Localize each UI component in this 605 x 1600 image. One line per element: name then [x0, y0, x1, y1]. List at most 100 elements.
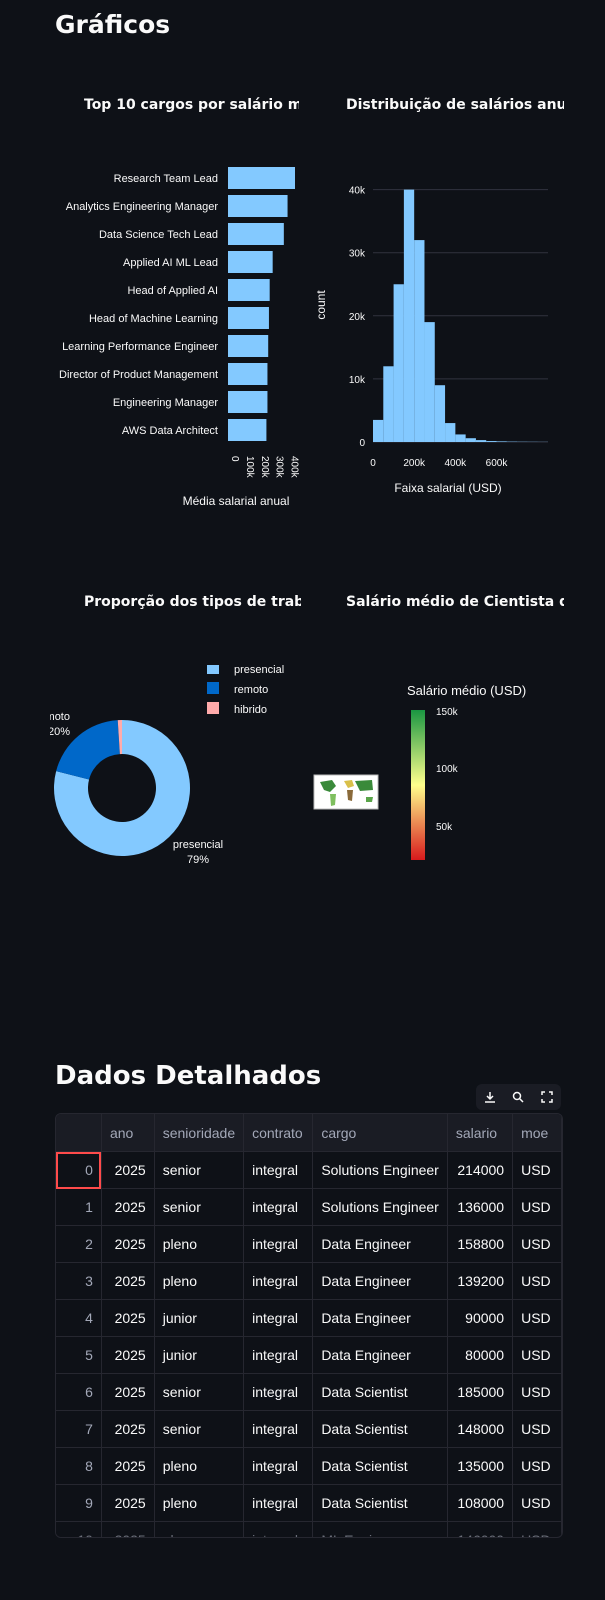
legend-swatch-presencial[interactable]	[207, 665, 219, 674]
table-cell[interactable]: junior	[154, 1299, 245, 1337]
hist-bar-11[interactable]	[486, 441, 497, 442]
table-cell[interactable]: Data Scientist	[312, 1447, 448, 1485]
table-cell[interactable]: pleno	[154, 1225, 245, 1263]
table-cell[interactable]: 2025	[101, 1151, 155, 1189]
column-header-ano[interactable]: ano	[101, 1114, 155, 1152]
legend-swatch-hibrido[interactable]	[207, 702, 219, 714]
bar-5[interactable]	[228, 307, 269, 329]
table-cell[interactable]: pleno	[154, 1447, 245, 1485]
table-cell[interactable]: pleno	[154, 1521, 245, 1537]
table-cell[interactable]: Data Engineer	[312, 1336, 448, 1374]
hist-bar-7[interactable]	[445, 423, 456, 442]
table-cell[interactable]: 136000	[447, 1188, 514, 1226]
table-cell[interactable]: Solutions Engineer	[312, 1188, 448, 1226]
hist-bar-10[interactable]	[475, 440, 487, 442]
table-cell[interactable]: integral	[243, 1336, 314, 1374]
world-map-thumbnail[interactable]	[313, 774, 379, 810]
table-cell[interactable]: USD	[512, 1521, 562, 1537]
hist-bar-6[interactable]	[434, 385, 446, 442]
bar-1[interactable]	[228, 195, 288, 217]
table-cell[interactable]: USD	[512, 1151, 562, 1189]
table-cell[interactable]: senior	[154, 1373, 245, 1411]
hist-bar-9[interactable]	[465, 438, 476, 442]
table-cell[interactable]: 158800	[447, 1225, 514, 1263]
table-cell[interactable]: integral	[243, 1373, 314, 1411]
row-index[interactable]: 0	[56, 1151, 102, 1189]
row-index[interactable]: 10	[56, 1521, 102, 1537]
table-cell[interactable]: 214000	[447, 1151, 514, 1189]
fullscreen-icon[interactable]	[538, 1088, 556, 1106]
column-header-contrato[interactable]: contrato	[243, 1114, 314, 1152]
table-row[interactable]: 0 2025 senior integral Solutions Engineer 214…	[56, 1151, 562, 1189]
column-header-cargo[interactable]: cargo	[312, 1114, 448, 1152]
table-cell[interactable]: integral	[243, 1410, 314, 1448]
table-cell[interactable]: USD	[512, 1373, 562, 1411]
table-cell[interactable]: 2025	[101, 1188, 155, 1226]
table-cell[interactable]: Data Scientist	[312, 1410, 448, 1448]
table-cell[interactable]: pleno	[154, 1262, 245, 1300]
table-row[interactable]: 9 2025 pleno integral Data Scientist 108000 US…	[56, 1484, 562, 1522]
top10-bar-chart[interactable]: Research Team Lead Analytics Engineering …	[50, 155, 310, 525]
table-cell[interactable]: 2025	[101, 1410, 155, 1448]
legend-label-hibrido[interactable]: hibrido	[234, 704, 267, 716]
table-row[interactable]: 102025plenointegralML Engineer146000USD	[56, 1521, 562, 1537]
table-row[interactable]: 4 2025 junior integral Data Engineer 90000 USD	[56, 1299, 562, 1337]
table-cell[interactable]: integral	[243, 1225, 314, 1263]
table-cell[interactable]: pleno	[154, 1484, 245, 1522]
table-cell[interactable]: 148000	[447, 1410, 514, 1448]
table-cell[interactable]: USD	[512, 1262, 562, 1300]
index-header[interactable]	[56, 1114, 102, 1152]
table-cell[interactable]: senior	[154, 1151, 245, 1189]
data-table[interactable]: ano senioridade contrato cargo salario moe 02…	[55, 1113, 563, 1538]
table-cell[interactable]: integral	[243, 1484, 314, 1522]
table-cell[interactable]: 2025	[101, 1521, 155, 1537]
salary-histogram[interactable]: 0 10k 20k 30k 40k 0 200k 400k 600k Faixa salarial…	[310, 165, 570, 515]
hist-bar-12[interactable]	[496, 441, 507, 442]
legend-swatch-remoto[interactable]	[207, 682, 219, 694]
table-cell[interactable]: 108000	[447, 1484, 514, 1522]
table-cell[interactable]: 2025	[101, 1373, 155, 1411]
table-row[interactable]: 2 2025 pleno integral Data Engineer 158800 USD	[56, 1225, 562, 1263]
row-index[interactable]: 2	[56, 1225, 102, 1263]
work-type-donut-chart[interactable]: presencial remoto hibrido presencial 79% remo…	[50, 665, 310, 895]
table-cell[interactable]: 146000	[447, 1521, 514, 1537]
row-index[interactable]: 8	[56, 1447, 102, 1485]
table-cell[interactable]: 2025	[101, 1447, 155, 1485]
table-cell[interactable]: integral	[243, 1521, 314, 1537]
hist-bar-0[interactable]	[373, 419, 384, 442]
table-cell[interactable]: USD	[512, 1225, 562, 1263]
table-cell[interactable]: 2025	[101, 1262, 155, 1300]
bar-0[interactable]	[228, 167, 295, 189]
table-cell[interactable]: 139200	[447, 1262, 514, 1300]
table-cell[interactable]: Data Scientist	[312, 1373, 448, 1411]
table-cell[interactable]: 2025	[101, 1299, 155, 1337]
table-cell[interactable]: USD	[512, 1484, 562, 1522]
bar-9[interactable]	[228, 419, 267, 441]
search-icon[interactable]	[509, 1088, 527, 1106]
table-cell[interactable]: USD	[512, 1299, 562, 1337]
table-cell[interactable]: Data Engineer	[312, 1262, 448, 1300]
bar-8[interactable]	[228, 391, 268, 413]
hist-bar-5[interactable]	[424, 322, 435, 442]
table-cell[interactable]: 2025	[101, 1484, 155, 1522]
table-row[interactable]: 3 2025 pleno integral Data Engineer 139200 USD	[56, 1262, 562, 1300]
table-cell[interactable]: integral	[243, 1262, 314, 1300]
column-header-senioridade[interactable]: senioridade	[154, 1114, 245, 1152]
row-index[interactable]: 1	[56, 1188, 102, 1226]
table-cell[interactable]: Data Scientist	[312, 1484, 448, 1522]
table-cell[interactable]: USD	[512, 1410, 562, 1448]
hist-bar-8[interactable]	[455, 434, 466, 442]
table-cell[interactable]: 135000	[447, 1447, 514, 1485]
table-cell[interactable]: 90000	[447, 1299, 514, 1337]
table-row[interactable]: 1 2025 senior integral Solutions Engineer 136…	[56, 1188, 562, 1226]
table-cell[interactable]: Data Engineer	[312, 1299, 448, 1337]
table-row[interactable]: 7 2025 senior integral Data Scientist 148000 U…	[56, 1410, 562, 1448]
table-cell[interactable]: Solutions Engineer	[312, 1151, 448, 1189]
row-index[interactable]: 7	[56, 1410, 102, 1448]
table-row[interactable]: 5 2025 junior integral Data Engineer 80000 USD	[56, 1336, 562, 1374]
hist-bar-3[interactable]	[403, 189, 415, 442]
table-cell[interactable]: USD	[512, 1447, 562, 1485]
table-cell[interactable]: integral	[243, 1188, 314, 1226]
table-cell[interactable]: 2025	[101, 1336, 155, 1374]
salary-world-map[interactable]: Salário médio (USD) 50k 100k 150k	[310, 680, 570, 890]
